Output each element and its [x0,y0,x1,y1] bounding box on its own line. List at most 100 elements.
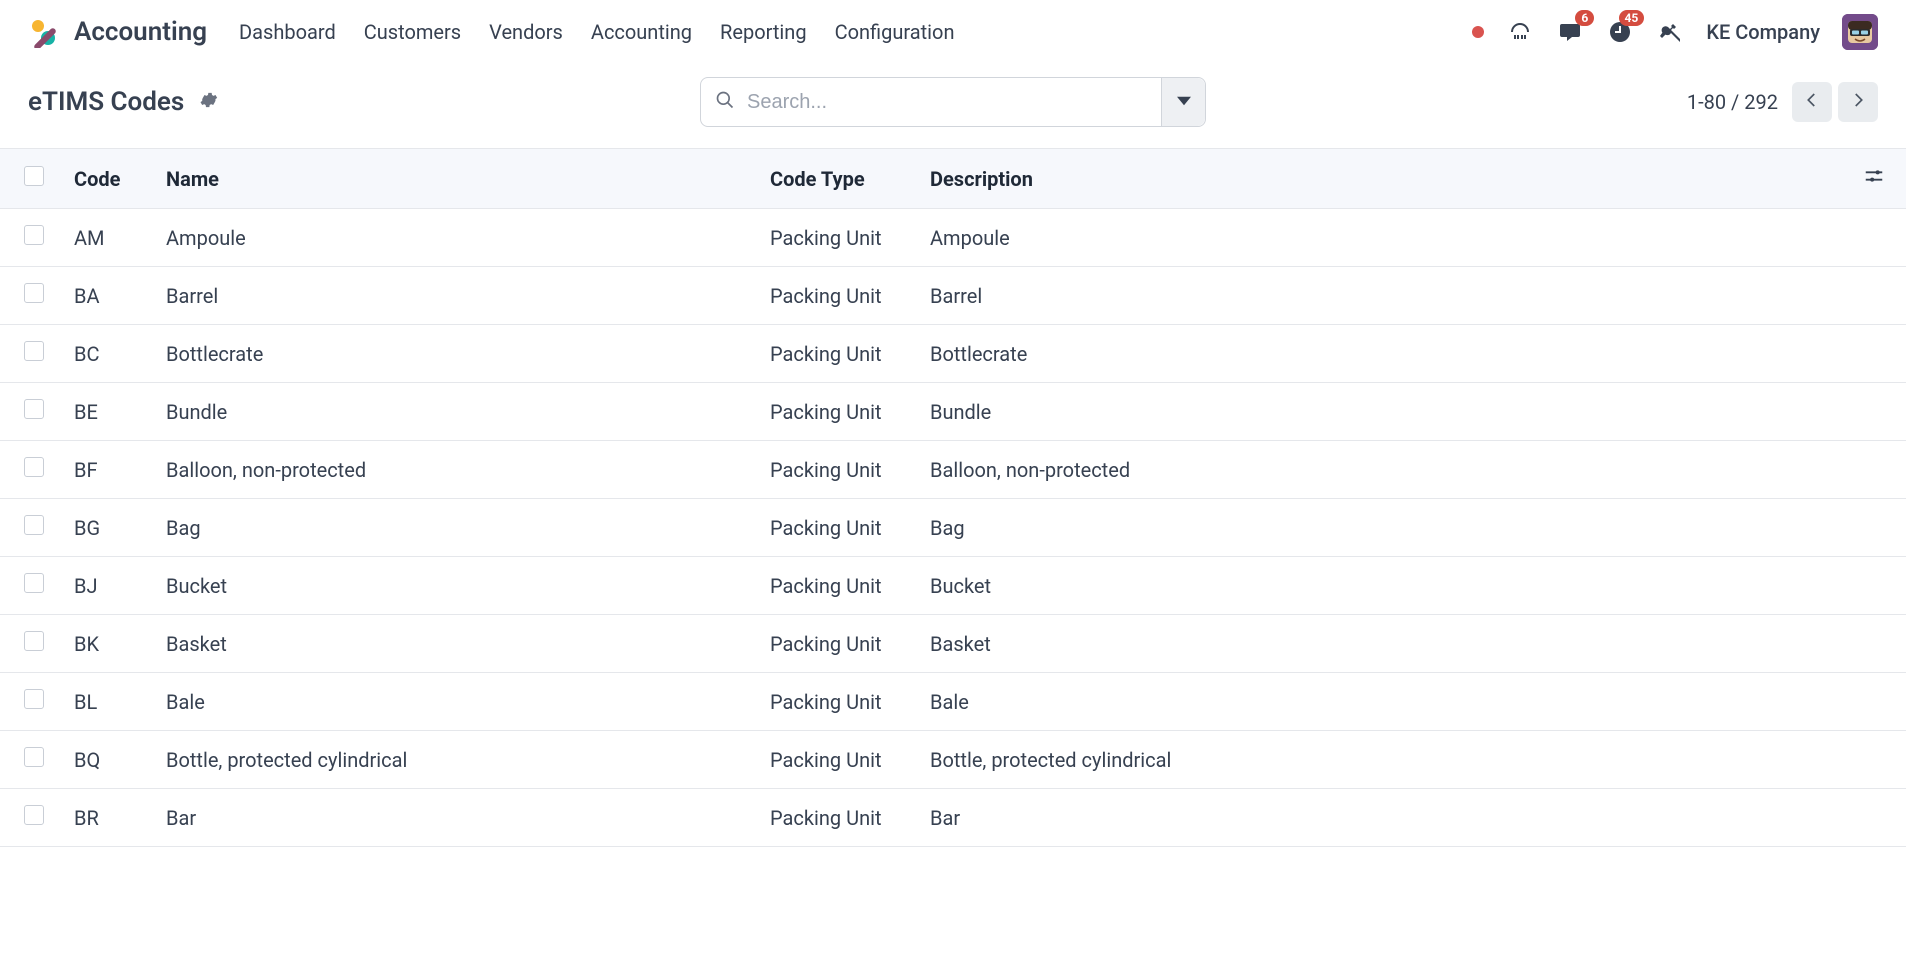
top-navbar: Accounting Dashboard Customers Vendors A… [0,0,1906,64]
table-header-row: Code Name Code Type Description [0,149,1906,209]
pager-buttons [1792,82,1878,122]
debug-tools-icon[interactable] [1656,18,1684,46]
th-name[interactable]: Name [156,149,760,209]
th-options [1842,149,1906,209]
company-name[interactable]: KE Company [1706,20,1820,44]
table-row[interactable]: BFBalloon, non-protectedPacking UnitBall… [0,441,1906,499]
cell-name: Bag [156,499,760,557]
select-all-checkbox[interactable] [24,166,44,186]
activities-badge: 45 [1619,10,1645,26]
nav-link-customers[interactable]: Customers [364,20,461,44]
cell-type: Packing Unit [760,499,920,557]
breadcrumb: eTIMS Codes [28,87,218,117]
search-input[interactable] [745,90,1147,115]
row-checkbox[interactable] [24,747,44,767]
chevron-right-icon [1849,91,1867,113]
row-checkbox[interactable] [24,515,44,535]
cell-name: Barrel [156,267,760,325]
table-row[interactable]: BLBalePacking UnitBale [0,673,1906,731]
search-icon [715,90,735,114]
messaging-icon[interactable]: 6 [1556,18,1584,46]
control-panel: eTIMS Codes 1-80 / 292 [0,64,1906,148]
view-settings-gear-icon[interactable] [198,90,218,114]
nav-link-accounting[interactable]: Accounting [591,20,692,44]
pager: 1-80 / 292 [1687,82,1878,122]
row-checkbox[interactable] [24,341,44,361]
chevron-left-icon [1803,91,1821,113]
cell-type: Packing Unit [760,209,920,267]
table-row[interactable]: BGBagPacking UnitBag [0,499,1906,557]
table-row[interactable]: BJBucketPacking UnitBucket [0,557,1906,615]
nav-link-configuration[interactable]: Configuration [835,20,955,44]
th-select-all [0,149,64,209]
cell-desc: Bottlecrate [920,325,1842,383]
cell-type: Packing Unit [760,673,920,731]
table-row[interactable]: BKBasketPacking UnitBasket [0,615,1906,673]
cell-name: Bundle [156,383,760,441]
nav-link-vendors[interactable]: Vendors [489,20,563,44]
th-type[interactable]: Code Type [760,149,920,209]
cell-type: Packing Unit [760,789,920,847]
cell-type: Packing Unit [760,557,920,615]
cell-code: BL [64,673,156,731]
cell-desc: Bale [920,673,1842,731]
cell-name: Balloon, non-protected [156,441,760,499]
page-title[interactable]: eTIMS Codes [28,87,184,117]
table-row[interactable]: BQBottle, protected cylindricalPacking U… [0,731,1906,789]
search-left [701,90,1161,115]
user-avatar[interactable] [1842,14,1878,50]
cell-code: BE [64,383,156,441]
table-row[interactable]: AMAmpoulePacking UnitAmpoule [0,209,1906,267]
cell-desc: Balloon, non-protected [920,441,1842,499]
cell-code: BF [64,441,156,499]
cell-desc: Ampoule [920,209,1842,267]
row-checkbox[interactable] [24,457,44,477]
table-row[interactable]: BABarrelPacking UnitBarrel [0,267,1906,325]
cell-code: BK [64,615,156,673]
cell-name: Bar [156,789,760,847]
cell-code: BJ [64,557,156,615]
th-desc[interactable]: Description [920,149,1842,209]
nav-link-reporting[interactable]: Reporting [720,20,807,44]
cell-name: Bale [156,673,760,731]
th-code[interactable]: Code [64,149,156,209]
app-logo-icon[interactable] [28,16,60,48]
activities-icon[interactable]: 45 [1606,18,1634,46]
voip-icon[interactable] [1506,18,1534,46]
table-row[interactable]: BEBundlePacking UnitBundle [0,383,1906,441]
cell-desc: Bucket [920,557,1842,615]
cell-desc: Barrel [920,267,1842,325]
pager-prev-button[interactable] [1792,82,1832,122]
cell-code: BA [64,267,156,325]
cell-type: Packing Unit [760,383,920,441]
codes-table: Code Name Code Type Description AMAmpoul… [0,148,1906,847]
cell-desc: Basket [920,615,1842,673]
cell-name: Bucket [156,557,760,615]
messaging-badge: 6 [1575,10,1594,26]
row-checkbox[interactable] [24,805,44,825]
row-checkbox[interactable] [24,631,44,651]
pager-next-button[interactable] [1838,82,1878,122]
cell-desc: Bundle [920,383,1842,441]
cell-type: Packing Unit [760,441,920,499]
nav-link-dashboard[interactable]: Dashboard [239,20,336,44]
cell-desc: Bag [920,499,1842,557]
row-checkbox[interactable] [24,225,44,245]
cell-desc: Bottle, protected cylindrical [920,731,1842,789]
cell-type: Packing Unit [760,267,920,325]
row-checkbox[interactable] [24,573,44,593]
table-row[interactable]: BRBarPacking UnitBar [0,789,1906,847]
cell-code: BC [64,325,156,383]
search-options-toggle[interactable] [1161,78,1205,126]
row-checkbox[interactable] [24,689,44,709]
optional-columns-button[interactable] [1852,165,1896,192]
row-checkbox[interactable] [24,399,44,419]
search-box [700,77,1206,127]
pager-counter[interactable]: 1-80 / 292 [1687,90,1778,114]
table-row[interactable]: BCBottlecratePacking UnitBottlecrate [0,325,1906,383]
sliders-icon [1863,165,1885,192]
row-checkbox[interactable] [24,283,44,303]
app-name[interactable]: Accounting [74,17,207,47]
cell-name: Bottle, protected cylindrical [156,731,760,789]
status-dot-icon[interactable] [1472,26,1484,38]
